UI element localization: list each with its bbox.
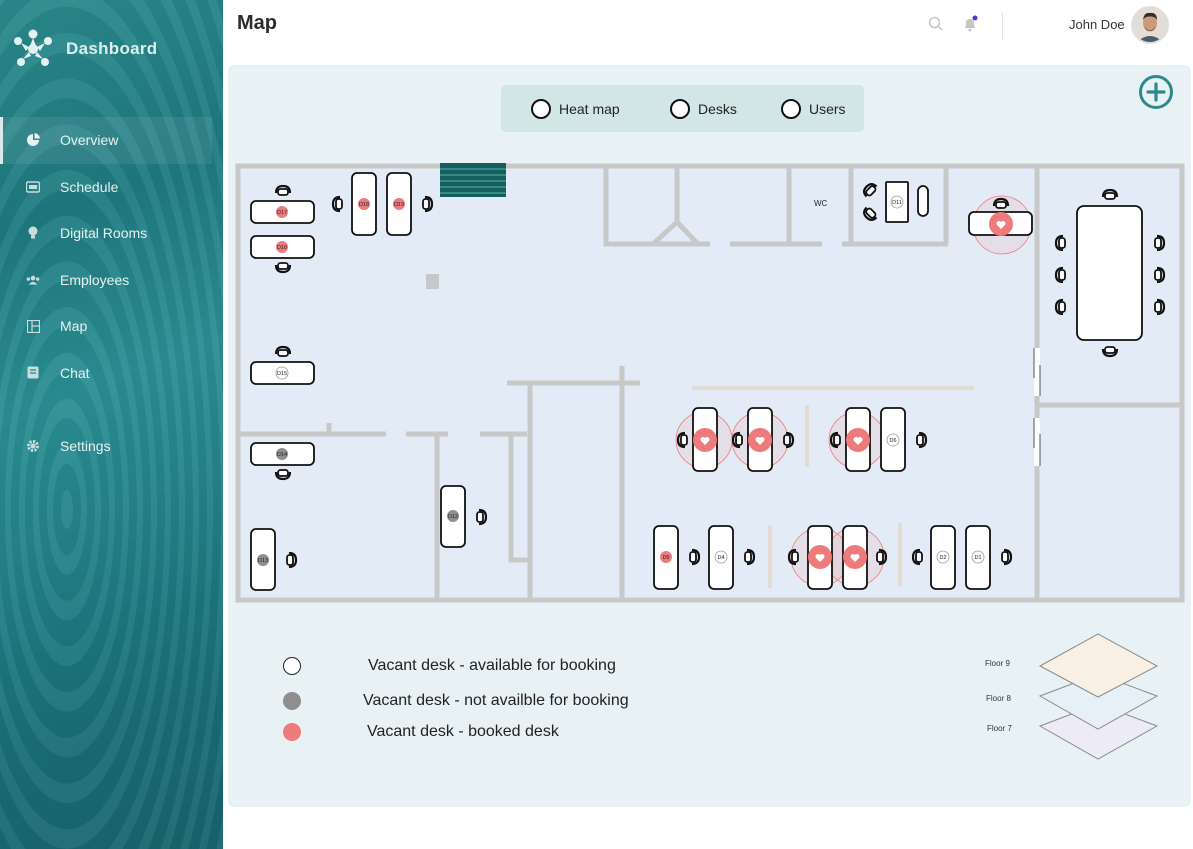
- sidebar-item-chat[interactable]: Chat: [0, 350, 223, 397]
- legend-unavailable: Vacant desk - not availble for booking: [283, 692, 629, 710]
- add-circle-icon[interactable]: [1138, 74, 1174, 110]
- legend-booked: Vacant desk - booked desk: [283, 723, 559, 741]
- toggle-users[interactable]: Users: [781, 99, 846, 119]
- floor-7-label[interactable]: Floor 7: [987, 724, 1012, 733]
- view-toggle-bar: Heat map Desks Users: [501, 85, 864, 132]
- floor-selector: Floor 9 Floor 8 Floor 7: [985, 632, 1165, 762]
- toggle-label: Heat map: [559, 101, 620, 117]
- sidebar-item-label: Map: [60, 318, 88, 335]
- search-icon[interactable]: [928, 16, 944, 32]
- sidebar-item-label: Employees: [60, 271, 130, 288]
- desk-label: D13: [258, 558, 268, 564]
- partition: [768, 525, 772, 588]
- pillar: [426, 274, 439, 289]
- desk-label: D18: [359, 202, 369, 208]
- desk-label: D14: [277, 452, 287, 458]
- brand-name: Dashboard: [66, 39, 158, 58]
- available-dot-icon: [283, 657, 301, 675]
- brand[interactable]: Dashboard: [12, 28, 158, 70]
- desk-label: D17: [277, 210, 287, 216]
- wc-label: WC: [814, 199, 828, 208]
- desk-label: D1: [974, 555, 981, 561]
- floor-plan: WC D17 D16 D18 D19 D15 D14 D13 D12 D11 D…: [235, 163, 1185, 603]
- legend-label: Vacant desk - not availble for booking: [363, 692, 629, 709]
- sidebar-item-settings[interactable]: Settings: [0, 423, 223, 470]
- sidebar-item-schedule[interactable]: Schedule: [0, 164, 223, 211]
- chat-icon: [26, 366, 40, 380]
- people-icon: [26, 273, 40, 287]
- sidebar-nav: Overview Schedule Digital Rooms Employee…: [0, 117, 223, 470]
- stairs: [440, 163, 506, 197]
- floor-8-label[interactable]: Floor 8: [986, 694, 1011, 703]
- desk-label: D11: [892, 200, 902, 206]
- toggle-desks[interactable]: Desks: [670, 99, 737, 119]
- toggle-label: Users: [809, 101, 846, 117]
- radio-circle-icon[interactable]: [781, 99, 801, 119]
- desk-label: D16: [277, 245, 287, 251]
- booked-dot-icon: [283, 723, 301, 741]
- floor-9-label[interactable]: Floor 9: [985, 659, 1010, 668]
- sidebar-item-label: Chat: [60, 364, 90, 381]
- toggle-label: Desks: [698, 101, 737, 117]
- desk-label: D19: [394, 202, 404, 208]
- radio-circle-icon[interactable]: [670, 99, 690, 119]
- gear-icon: [26, 439, 40, 453]
- partition: [898, 523, 902, 586]
- calendar-icon: [26, 180, 40, 194]
- pie-chart-icon: [26, 133, 40, 147]
- desk-label: D2: [939, 555, 946, 561]
- sidebar-item-label: Digital Rooms: [60, 225, 148, 242]
- desk-label: D4: [717, 555, 724, 561]
- page-title: Map: [237, 12, 277, 34]
- sidebar-item-digital-rooms[interactable]: Digital Rooms: [0, 210, 223, 257]
- legend-available: Vacant desk - available for booking: [283, 657, 616, 675]
- sidebar-item-map[interactable]: Map: [0, 303, 223, 350]
- toggle-heat-map[interactable]: Heat map: [531, 99, 620, 119]
- sidebar-item-label: Overview: [60, 132, 119, 149]
- sidebar-item-label: Settings: [60, 438, 111, 455]
- partition: [805, 405, 809, 467]
- partition: [692, 386, 974, 390]
- desk-label: D6: [889, 438, 896, 444]
- avatar[interactable]: [1131, 6, 1169, 44]
- sofa-seat: [917, 185, 929, 217]
- desk-label: D12: [448, 514, 458, 520]
- user-name[interactable]: John Doe: [1069, 17, 1125, 32]
- lightbulb-icon: [26, 226, 40, 240]
- legend-label: Vacant desk - available for booking: [368, 657, 616, 674]
- desk-label: D5: [662, 555, 669, 561]
- notification-bell-icon[interactable]: [961, 15, 979, 33]
- top-header: Map John Doe: [223, 0, 1193, 64]
- conference-table: [1076, 205, 1143, 341]
- legend-label: Vacant desk - booked desk: [367, 723, 559, 740]
- unavailable-dot-icon: [283, 692, 301, 710]
- map-icon: [26, 319, 40, 333]
- sidebar-item-label: Schedule: [60, 178, 119, 195]
- sidebar: Dashboard Overview Schedule Digital Room…: [0, 0, 223, 849]
- floor-9-layer[interactable]: [1038, 633, 1159, 698]
- sidebar-item-overview[interactable]: Overview: [0, 117, 212, 164]
- logo-icon: [14, 29, 52, 66]
- radio-circle-icon[interactable]: [531, 99, 551, 119]
- header-divider: [1002, 12, 1003, 40]
- desk-label: D15: [277, 371, 287, 377]
- sidebar-item-employees[interactable]: Employees: [0, 257, 223, 304]
